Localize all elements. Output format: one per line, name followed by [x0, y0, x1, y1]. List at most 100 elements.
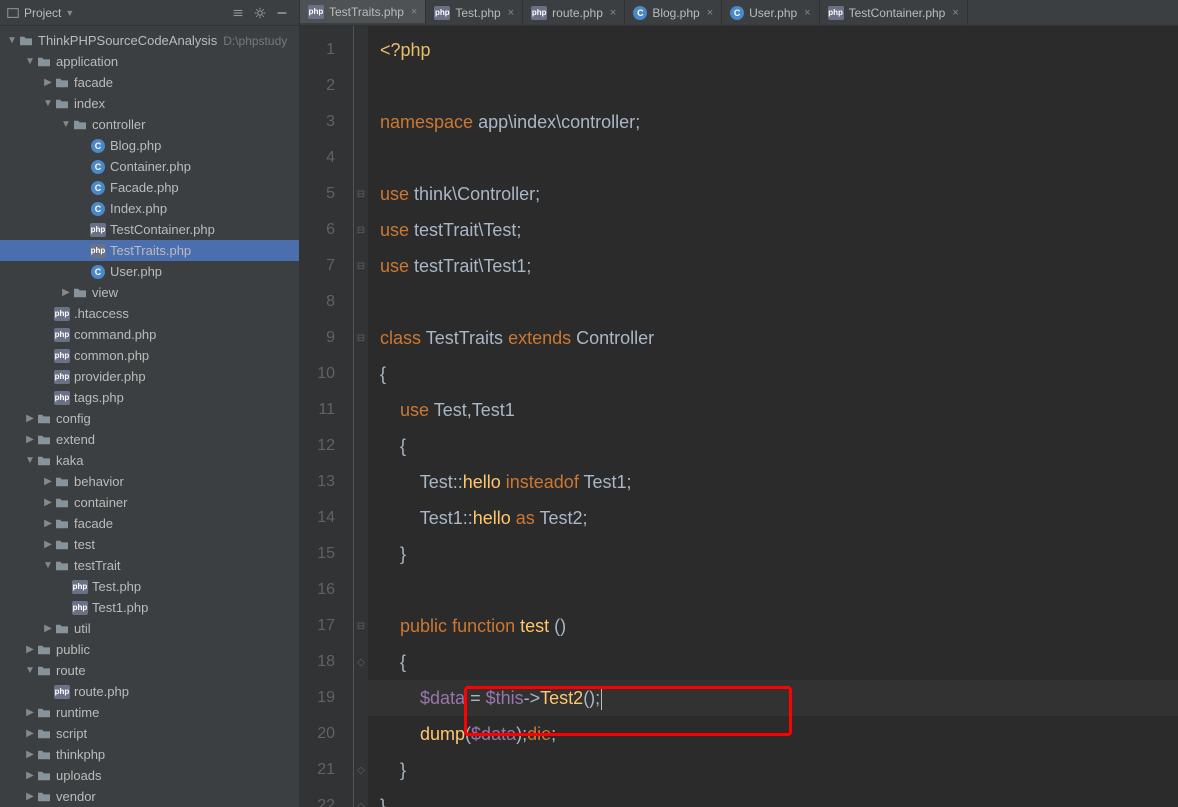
gear-icon[interactable] [249, 2, 271, 24]
tree-item[interactable]: ▶extend [0, 429, 299, 450]
code-line[interactable]: class TestTraits extends Controller [368, 320, 1178, 356]
tree-item[interactable]: phpcommand.php [0, 324, 299, 345]
code-line[interactable] [368, 572, 1178, 608]
tree-item[interactable]: C User.php [0, 261, 299, 282]
code-line[interactable]: use Test,Test1 [368, 392, 1178, 428]
code-line[interactable] [368, 284, 1178, 320]
folder-icon [18, 33, 34, 49]
tree-item[interactable]: ▼index [0, 93, 299, 114]
sidebar-title[interactable]: Project ▼ [6, 6, 74, 20]
tree-item[interactable]: phpTestTraits.php [0, 240, 299, 261]
close-icon[interactable]: × [610, 7, 616, 19]
editor-tab[interactable]: phpTest.php× [426, 0, 523, 25]
code-line[interactable]: Test::hello insteadof Test1; [368, 464, 1178, 500]
close-icon[interactable]: × [411, 6, 417, 18]
tree-item-label: util [74, 621, 91, 636]
tree-item[interactable]: ▶vendor [0, 786, 299, 807]
tree-item[interactable]: ▼ThinkPHPSourceCodeAnalysisD:\phpstudy [0, 30, 299, 51]
code-line[interactable]: use think\Controller; [368, 176, 1178, 212]
tree-item[interactable]: phpprovider.php [0, 366, 299, 387]
code-line[interactable]: { [368, 644, 1178, 680]
close-icon[interactable]: × [804, 7, 810, 19]
folder-icon [54, 516, 70, 532]
tree-item[interactable]: ▶thinkphp [0, 744, 299, 765]
php-file-icon: php [531, 6, 547, 20]
tree-item[interactable]: CFacade.php [0, 177, 299, 198]
project-tree[interactable]: ▼ThinkPHPSourceCodeAnalysisD:\phpstudy▼a… [0, 26, 299, 807]
tree-item[interactable]: ▶behavior [0, 471, 299, 492]
tree-arrow-icon: ▶ [42, 539, 54, 550]
sidebar-title-text: Project [24, 6, 61, 20]
code-line[interactable] [368, 68, 1178, 104]
code-line[interactable]: namespace app\index\controller; [368, 104, 1178, 140]
tree-item-label: .htaccess [74, 306, 129, 321]
code-line[interactable]: use testTrait\Test; [368, 212, 1178, 248]
close-icon[interactable]: × [707, 7, 713, 19]
editor-tab[interactable]: phpTestTraits.php× [300, 0, 426, 25]
code-line[interactable]: Test1::hello as Test2; [368, 500, 1178, 536]
tree-item[interactable]: ▶view [0, 282, 299, 303]
tree-item[interactable]: ▼route [0, 660, 299, 681]
tree-item[interactable]: ▶facade [0, 72, 299, 93]
code-line[interactable]: { [368, 428, 1178, 464]
tab-label: route.php [552, 6, 603, 20]
tree-item[interactable]: phpTestContainer.php [0, 219, 299, 240]
code-line[interactable]: } [368, 536, 1178, 572]
editor-tab[interactable]: phpTestContainer.php× [820, 0, 968, 25]
class-file-icon: C [90, 201, 106, 217]
php-file-icon: php [54, 306, 70, 322]
folder-icon [36, 705, 52, 721]
code-line[interactable]: } [368, 752, 1178, 788]
close-icon[interactable]: × [508, 7, 514, 19]
code-line[interactable]: <?php [368, 32, 1178, 68]
tree-item[interactable]: ▶runtime [0, 702, 299, 723]
tree-arrow-icon: ▶ [42, 623, 54, 634]
code-line[interactable]: dump($data);die; [368, 716, 1178, 752]
tree-item[interactable]: ▶public [0, 639, 299, 660]
sidebar-settings-icon[interactable] [227, 2, 249, 24]
tree-item[interactable]: phpcommon.php [0, 345, 299, 366]
code-line[interactable]: use testTrait\Test1; [368, 248, 1178, 284]
tree-item[interactable]: ▶script [0, 723, 299, 744]
tree-item[interactable]: ▶uploads [0, 765, 299, 786]
tree-item-label: script [56, 726, 87, 741]
code-area[interactable]: <?php namespace app\index\controller; use … [368, 26, 1178, 807]
tree-item[interactable]: phpTest1.php [0, 597, 299, 618]
code-line[interactable]: $data = $this->Test2(); [368, 680, 1178, 716]
tree-item[interactable]: ▼application [0, 51, 299, 72]
class-file-icon: C [90, 159, 106, 175]
close-icon[interactable]: × [952, 7, 958, 19]
tab-label: TestTraits.php [329, 5, 404, 19]
tree-item[interactable]: ▼controller [0, 114, 299, 135]
tree-arrow-icon: ▼ [6, 35, 18, 46]
tree-item[interactable]: ▶config [0, 408, 299, 429]
tree-item[interactable]: phpTest.php [0, 576, 299, 597]
folder-icon [54, 621, 70, 637]
tree-item[interactable]: phptags.php [0, 387, 299, 408]
tree-item[interactable]: CIndex.php [0, 198, 299, 219]
php-file-icon: php [434, 6, 450, 20]
tree-item-label: ThinkPHPSourceCodeAnalysis [38, 33, 217, 48]
code-line[interactable]: { [368, 356, 1178, 392]
tree-item[interactable]: php .htaccess [0, 303, 299, 324]
folder-icon [36, 642, 52, 658]
tree-item[interactable]: ▶test [0, 534, 299, 555]
editor-tab[interactable]: CUser.php× [722, 0, 819, 25]
tree-item[interactable]: ▶container [0, 492, 299, 513]
tree-item-label: User.php [110, 264, 162, 279]
tree-item[interactable]: ▼kaka [0, 450, 299, 471]
editor-tab[interactable]: php route.php × [523, 0, 625, 25]
tree-item[interactable]: CBlog.php [0, 135, 299, 156]
collapse-icon[interactable] [271, 2, 293, 24]
tree-item[interactable]: ▶ util [0, 618, 299, 639]
code-line[interactable]: } [368, 788, 1178, 807]
folder-icon [36, 411, 52, 427]
class-file-icon: C [90, 264, 106, 280]
code-line[interactable] [368, 140, 1178, 176]
tree-item[interactable]: phproute.php [0, 681, 299, 702]
tree-item[interactable]: ▶facade [0, 513, 299, 534]
tree-item[interactable]: CContainer.php [0, 156, 299, 177]
code-line[interactable]: public function test () [368, 608, 1178, 644]
editor-tab[interactable]: CBlog.php× [625, 0, 722, 25]
tree-item[interactable]: ▼testTrait [0, 555, 299, 576]
